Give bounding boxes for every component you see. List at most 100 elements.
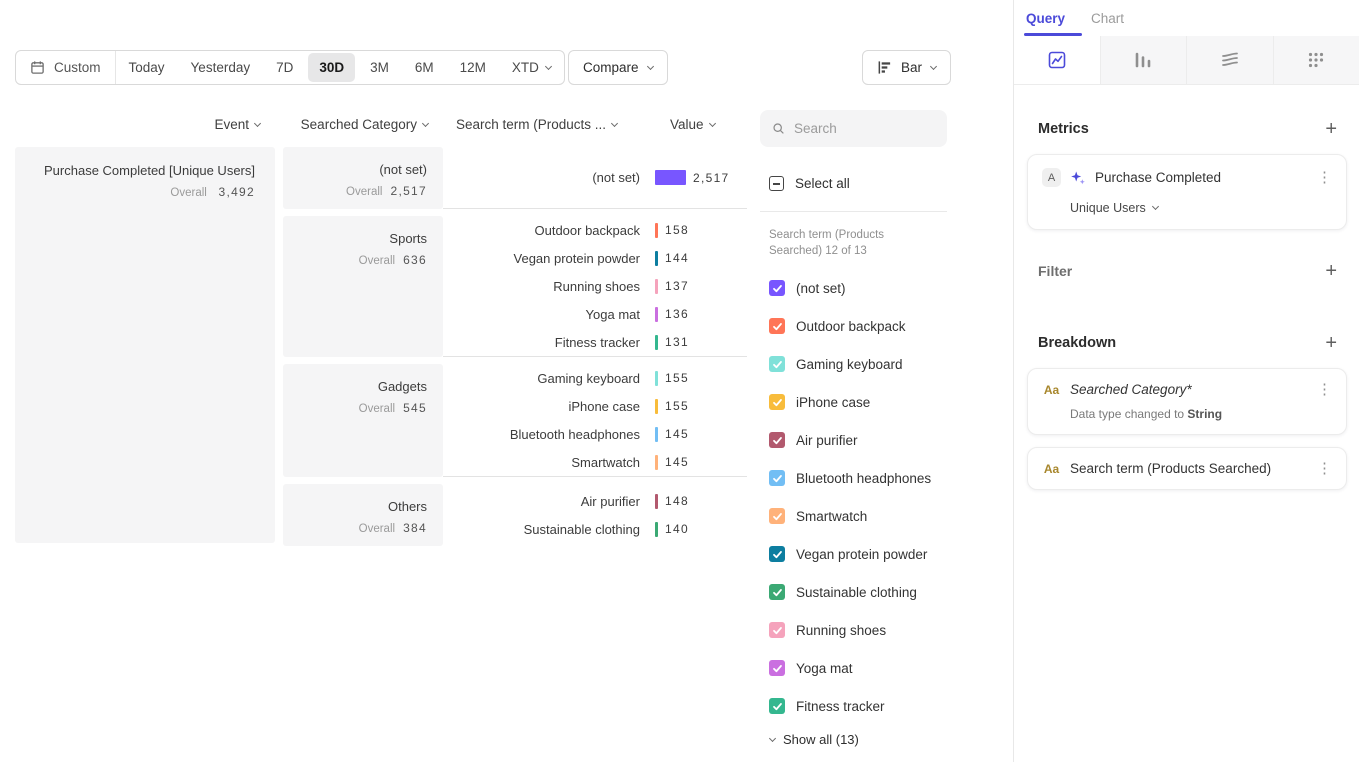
value-cell: 131: [655, 335, 689, 350]
term-row[interactable]: Fitness tracker131: [450, 328, 747, 356]
checkbox-checked[interactable]: [769, 470, 785, 486]
range-button-12m[interactable]: 12M: [447, 51, 499, 84]
term-row[interactable]: Air purifier148: [450, 487, 747, 515]
legend-item[interactable]: Running shoes: [769, 611, 947, 649]
legend-item[interactable]: (not set): [769, 269, 947, 307]
range-button-7d[interactable]: 7D: [263, 51, 306, 84]
category-card[interactable]: OthersOverall384: [283, 484, 443, 546]
category-name: (not set): [291, 162, 427, 177]
breakdown-card[interactable]: AaSearch term (Products Searched)⋮: [1027, 447, 1347, 490]
value-bar: [655, 455, 658, 470]
check-icon: [772, 625, 783, 636]
chart-type-label: Bar: [901, 60, 922, 75]
checkbox-checked[interactable]: [769, 508, 785, 524]
column-header-term-label: Search term (Products ...: [456, 117, 606, 132]
add-filter-button[interactable]: +: [1325, 261, 1337, 281]
overall-label: Overall: [170, 187, 206, 199]
legend-divider: [760, 211, 947, 212]
show-all-button[interactable]: Show all (13): [770, 732, 859, 747]
metric-card[interactable]: A Purchase Completed ⋮ Unique Users: [1027, 154, 1347, 230]
range-button-6m[interactable]: 6M: [402, 51, 447, 84]
value-bar: [655, 427, 658, 442]
tab-retention[interactable]: [1273, 36, 1359, 84]
column-header-search-term[interactable]: Search term (Products ...: [456, 117, 617, 132]
column-header-event-label: Event: [214, 117, 249, 132]
term-row[interactable]: Outdoor backpack158: [450, 216, 747, 244]
checkbox-checked[interactable]: [769, 318, 785, 334]
tab-flows[interactable]: [1186, 36, 1273, 84]
category-overall: Overall545: [291, 400, 427, 415]
checkbox-checked[interactable]: [769, 698, 785, 714]
legend-item[interactable]: Smartwatch: [769, 497, 947, 535]
select-all-row[interactable]: Select all: [769, 176, 850, 191]
value-cell: 2,517: [655, 170, 730, 185]
term-row[interactable]: Yoga mat136: [450, 300, 747, 328]
tab-chart[interactable]: Chart: [1091, 11, 1124, 26]
checkbox-checked[interactable]: [769, 432, 785, 448]
add-breakdown-button[interactable]: +: [1325, 333, 1337, 353]
checkbox-checked[interactable]: [769, 584, 785, 600]
tab-funnels[interactable]: [1100, 36, 1187, 84]
breakdown-row: AaSearch term (Products Searched)⋮: [1042, 461, 1332, 476]
legend-item[interactable]: iPhone case: [769, 383, 947, 421]
column-header-event[interactable]: Event: [15, 117, 260, 132]
select-all-checkbox[interactable]: [769, 176, 784, 191]
legend-item[interactable]: Air purifier: [769, 421, 947, 459]
term-row[interactable]: Running shoes137: [450, 272, 747, 300]
legend-item-label: Air purifier: [796, 433, 858, 448]
checkbox-checked[interactable]: [769, 660, 785, 676]
term-row[interactable]: (not set)2,517: [450, 164, 747, 192]
legend-item[interactable]: Fitness tracker: [769, 687, 947, 725]
measure-selector[interactable]: Unique Users: [1070, 201, 1332, 215]
checkbox-checked[interactable]: [769, 622, 785, 638]
range-button-xtd[interactable]: XTD: [499, 51, 564, 84]
term-row[interactable]: Bluetooth headphones145: [450, 420, 747, 448]
legend-item[interactable]: Gaming keyboard: [769, 345, 947, 383]
category-card[interactable]: GadgetsOverall545: [283, 364, 443, 477]
tab-insights[interactable]: [1014, 36, 1100, 84]
legend-item[interactable]: Outdoor backpack: [769, 307, 947, 345]
range-button-today[interactable]: Today: [116, 51, 178, 84]
term-row[interactable]: iPhone case155: [450, 392, 747, 420]
term-label: Sustainable clothing: [450, 522, 640, 537]
add-metric-button[interactable]: +: [1325, 119, 1337, 139]
bar-chart-icon: [877, 60, 892, 75]
chart-type-button[interactable]: Bar: [862, 50, 951, 85]
category-card[interactable]: (not set)Overall2,517: [283, 147, 443, 209]
legend-item[interactable]: Yoga mat: [769, 649, 947, 687]
range-button-yesterday[interactable]: Yesterday: [178, 51, 264, 84]
value-number: 144: [665, 251, 689, 265]
column-header-category-label: Searched Category: [301, 117, 417, 132]
legend-search-input[interactable]: [794, 121, 935, 136]
term-row[interactable]: Smartwatch145: [450, 448, 747, 476]
legend-item[interactable]: Vegan protein powder: [769, 535, 947, 573]
checkbox-checked[interactable]: [769, 356, 785, 372]
event-card[interactable]: Purchase Completed [Unique Users] Overal…: [15, 147, 275, 543]
term-row[interactable]: Vegan protein powder144: [450, 244, 747, 272]
column-header-value[interactable]: Value: [670, 117, 715, 132]
checkbox-checked[interactable]: [769, 280, 785, 296]
range-button-3m[interactable]: 3M: [357, 51, 402, 84]
breakdown-card[interactable]: AaSearched Category*⋮Data type changed t…: [1027, 368, 1347, 435]
legend-item[interactable]: Sustainable clothing: [769, 573, 947, 611]
term-row[interactable]: Sustainable clothing 140: [450, 515, 747, 543]
legend-search[interactable]: [760, 110, 947, 147]
legend-item[interactable]: Bluetooth headphones: [769, 459, 947, 497]
more-menu-icon[interactable]: ⋮: [1317, 170, 1332, 185]
event-sparkle-icon: [1070, 170, 1086, 186]
range-button-30d[interactable]: 30D: [308, 53, 355, 82]
custom-range-button[interactable]: Custom: [16, 51, 116, 84]
select-all-label: Select all: [795, 176, 850, 191]
value-number: 140: [665, 522, 689, 536]
term-row[interactable]: Gaming keyboard155: [450, 364, 747, 392]
column-header-searched-category[interactable]: Searched Category: [283, 117, 428, 132]
more-menu-icon[interactable]: ⋮: [1317, 461, 1332, 476]
compare-button[interactable]: Compare: [568, 50, 668, 85]
value-number: 145: [665, 455, 689, 469]
checkbox-checked[interactable]: [769, 546, 785, 562]
category-card[interactable]: SportsOverall636: [283, 216, 443, 357]
tab-query[interactable]: Query: [1026, 11, 1065, 26]
more-menu-icon[interactable]: ⋮: [1317, 382, 1332, 397]
checkbox-checked[interactable]: [769, 394, 785, 410]
date-range-group: Custom TodayYesterday7D30D3M6M12M XTD: [15, 50, 565, 85]
